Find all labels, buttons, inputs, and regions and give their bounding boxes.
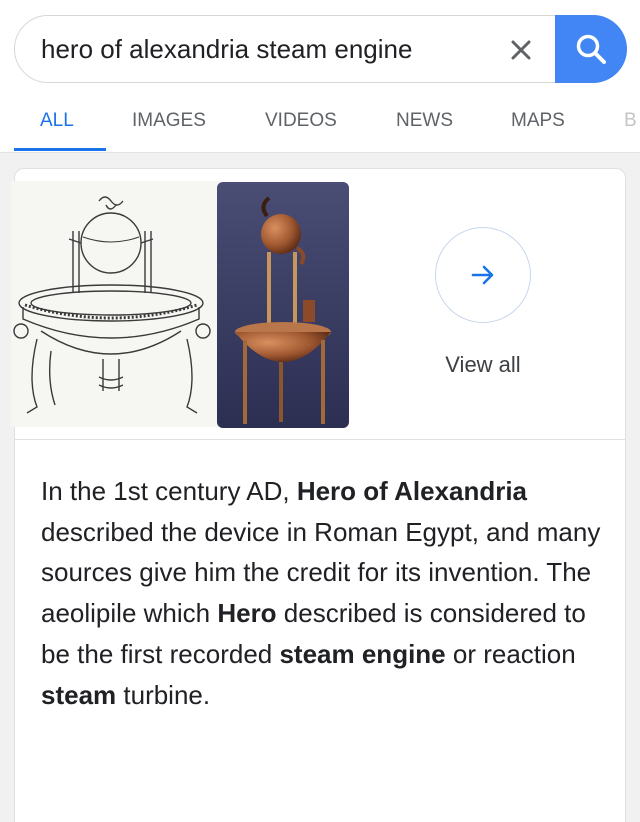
snippet-part-bold: Hero — [217, 598, 277, 629]
active-tab-indicator — [14, 148, 106, 151]
search-icon — [576, 34, 606, 64]
snippet-part-bold: steam — [41, 679, 117, 710]
snippet-part-bold: Hero of Alexandria — [296, 476, 528, 506]
view-all-button[interactable] — [435, 227, 531, 323]
search-bar: hero of alexandria steam engine — [14, 15, 627, 83]
tab-images[interactable]: IMAGES — [132, 110, 206, 132]
card-divider — [15, 439, 625, 440]
search-input[interactable]: hero of alexandria steam engine — [41, 34, 412, 65]
clear-search-button[interactable] — [503, 32, 539, 68]
arrow-right-icon — [471, 265, 494, 285]
featured-snippet-text: In the 1st century AD, Hero of Alexandri… — [41, 471, 601, 715]
snippet-part: In the 1st century AD, — [41, 476, 297, 506]
tab-maps[interactable]: MAPS — [511, 110, 565, 132]
snippet-part: or reaction — [445, 638, 576, 669]
view-all-label[interactable]: View all — [415, 352, 551, 378]
tab-news[interactable]: NEWS — [396, 110, 453, 132]
snippet-part-bold: steam engine — [279, 638, 446, 669]
search-tabs: ALL IMAGES VIDEOS NEWS MAPS B — [0, 100, 640, 152]
result-card: View all In the 1st century AD, Hero of … — [11, 168, 626, 822]
search-button[interactable] — [555, 15, 627, 83]
aeolipile-model-photo[interactable] — [217, 182, 349, 428]
tab-all[interactable]: ALL — [40, 110, 74, 132]
tab-videos[interactable]: VIDEOS — [265, 110, 337, 132]
snippet-part: turbine. — [116, 679, 211, 710]
aeolipile-drawing-image[interactable] — [11, 181, 225, 427]
tab-books[interactable]: B — [624, 110, 637, 132]
close-icon — [511, 40, 531, 60]
